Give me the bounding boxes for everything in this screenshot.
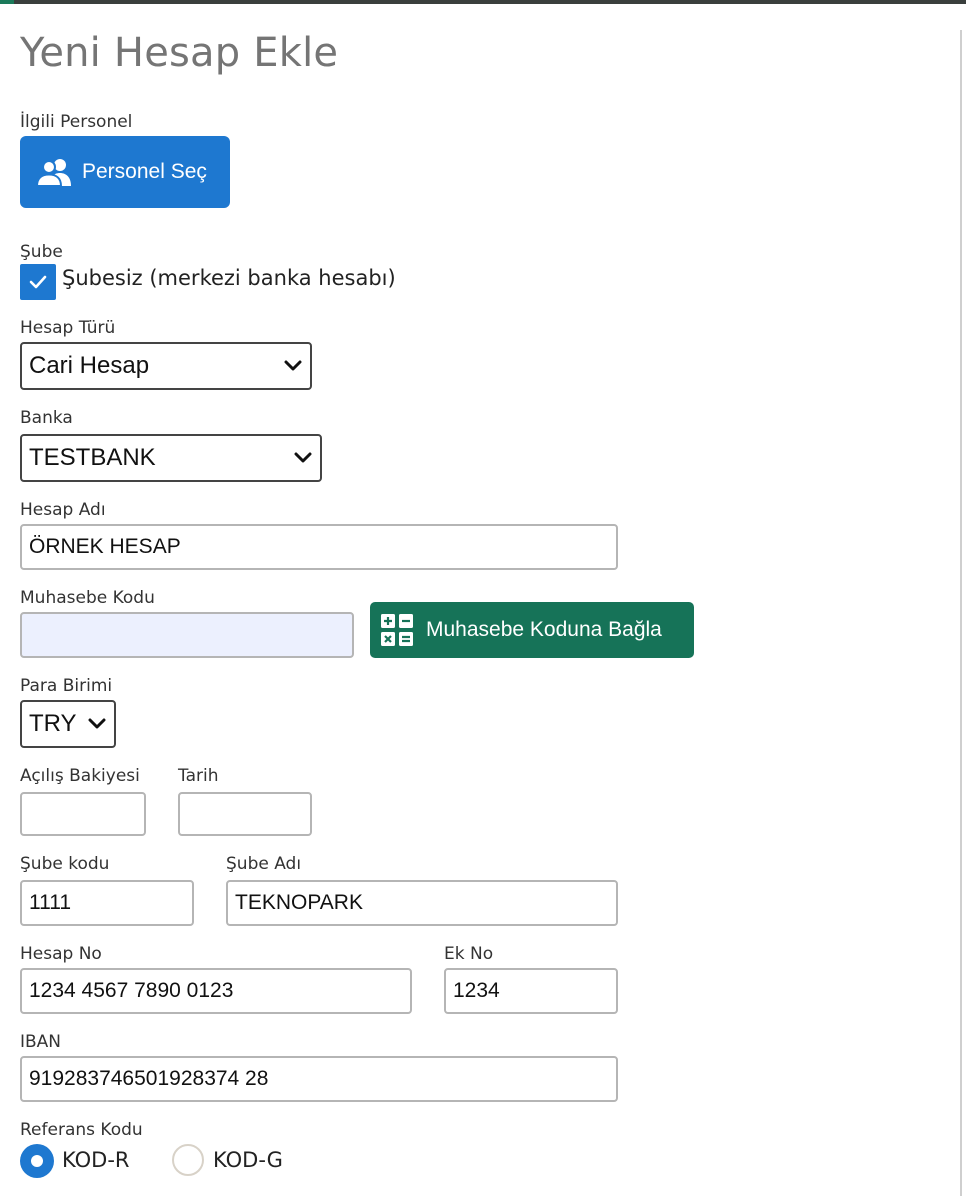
sube-adi-label: Şube Adı (226, 854, 302, 874)
banka-select[interactable]: TESTBANK (20, 434, 322, 482)
radio-dot (31, 1155, 43, 1167)
para-birimi-select[interactable]: TRY (20, 700, 116, 748)
hesap-adi-input[interactable]: ÖRNEK HESAP (20, 524, 618, 570)
iban-input[interactable]: 919283746501928374 28 (20, 1056, 618, 1102)
top-bar-accent (0, 0, 14, 4)
page-title: Yeni Hesap Ekle (20, 30, 339, 76)
hesap-turu-value: Cari Hesap (29, 352, 150, 379)
calculator-icon (381, 614, 413, 646)
acilis-bakiyesi-input[interactable] (20, 792, 146, 836)
sube-adi-input[interactable]: TEKNOPARK (226, 880, 618, 926)
referans-kodu-label: Referans Kodu (20, 1120, 143, 1140)
banka-value: TESTBANK (29, 444, 156, 471)
chevron-down-icon (284, 360, 302, 371)
banka-label: Banka (20, 408, 73, 428)
hesap-turu-label: Hesap Türü (20, 318, 116, 338)
radio-kod-g-label[interactable]: KOD-G (213, 1148, 283, 1172)
subesiz-checkbox-label[interactable]: Şubesiz (merkezi banka hesabı) (62, 266, 396, 290)
personel-label: İlgili Personel (20, 112, 133, 132)
subesiz-checkbox[interactable] (20, 264, 56, 300)
sube-kodu-input[interactable]: 1111 (20, 880, 194, 926)
ek-no-label: Ek No (444, 944, 494, 964)
ek-no-input[interactable]: 1234 (444, 968, 618, 1014)
chevron-down-icon (88, 718, 106, 729)
muhasebe-koduna-bagla-label: Muhasebe Koduna Bağla (426, 618, 662, 641)
iban-label: IBAN (20, 1032, 62, 1052)
hesap-adi-label: Hesap Adı (20, 500, 106, 520)
hesap-no-label: Hesap No (20, 944, 102, 964)
chevron-down-icon (294, 452, 312, 463)
para-birimi-value: TRY (29, 710, 77, 737)
sube-kodu-label: Şube kodu (20, 854, 110, 874)
sube-label: Şube (20, 242, 63, 262)
para-birimi-label: Para Birimi (20, 676, 113, 696)
personel-select-label: Personel Seç (82, 160, 207, 183)
muhasebe-koduna-bagla-button[interactable]: Muhasebe Koduna Bağla (370, 602, 694, 658)
radio-kod-r[interactable] (20, 1144, 54, 1178)
personel-select-button[interactable]: Personel Seç (20, 136, 230, 208)
muhasebe-kodu-label: Muhasebe Kodu (20, 588, 155, 608)
tarih-label: Tarih (178, 766, 219, 786)
hesap-turu-select[interactable]: Cari Hesap (20, 342, 312, 390)
top-bar (0, 0, 966, 4)
users-icon (36, 159, 71, 187)
acilis-bakiyesi-label: Açılış Bakiyesi (20, 766, 140, 786)
radio-kod-g[interactable] (172, 1144, 204, 1176)
radio-kod-r-label[interactable]: KOD-R (62, 1148, 130, 1172)
tarih-input[interactable] (178, 792, 312, 836)
panel-border (960, 30, 962, 1196)
hesap-no-input[interactable]: 1234 4567 7890 0123 (20, 968, 412, 1014)
checkmark-icon (29, 275, 47, 289)
muhasebe-kodu-input[interactable] (20, 612, 354, 658)
